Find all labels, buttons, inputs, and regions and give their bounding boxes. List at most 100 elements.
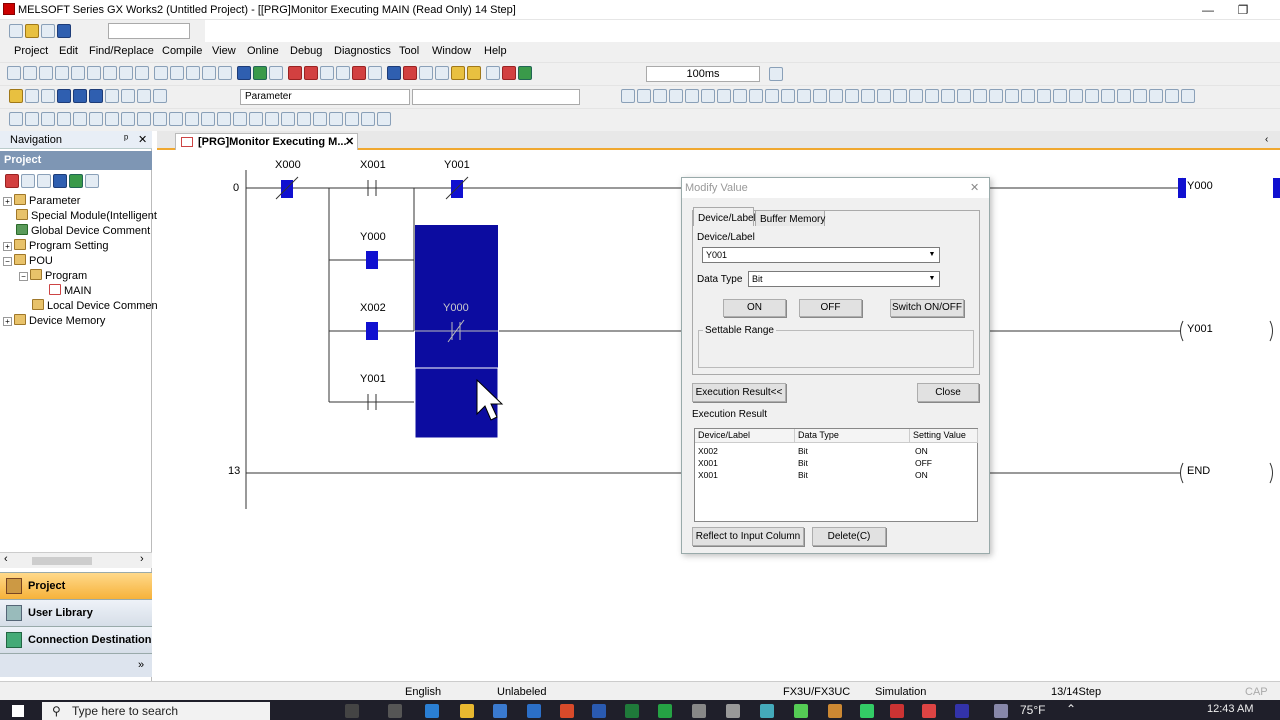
scroll-thumb[interactable] bbox=[32, 557, 92, 565]
cut-icon[interactable] bbox=[154, 66, 169, 80]
close-button[interactable]: Close bbox=[917, 383, 979, 402]
tab-scroll-icon[interactable]: ‹ bbox=[1265, 134, 1268, 145]
filter-icon[interactable] bbox=[85, 174, 99, 188]
word-icon[interactable] bbox=[592, 704, 606, 718]
warning-icon[interactable] bbox=[518, 66, 533, 80]
menu-help[interactable]: Help bbox=[484, 45, 507, 57]
ladder-tool-icon[interactable] bbox=[103, 66, 117, 80]
write-plc-icon[interactable] bbox=[304, 66, 319, 80]
insert-row-icon[interactable] bbox=[201, 112, 215, 126]
project-view-button[interactable]: Project bbox=[0, 572, 152, 599]
tree-item-program[interactable]: − Program bbox=[3, 269, 151, 284]
widgets-icon[interactable] bbox=[388, 704, 402, 718]
insert-row-icon[interactable] bbox=[297, 112, 311, 126]
tree-item-main[interactable]: MAIN bbox=[3, 284, 151, 299]
ladder-tool-icon[interactable] bbox=[87, 66, 101, 80]
insert-row-icon[interactable] bbox=[25, 112, 39, 126]
watch-icon[interactable] bbox=[368, 66, 383, 80]
tool-icon[interactable] bbox=[435, 66, 450, 80]
run-icon[interactable] bbox=[502, 66, 517, 80]
contact-icon[interactable] bbox=[637, 89, 651, 103]
device-icon[interactable] bbox=[57, 89, 71, 103]
restore-button[interactable]: ❐ bbox=[1232, 2, 1254, 18]
pulse-icon[interactable] bbox=[1037, 89, 1051, 103]
pulse-icon[interactable] bbox=[829, 89, 843, 103]
app-icon[interactable] bbox=[955, 704, 969, 718]
app-icon[interactable] bbox=[692, 704, 706, 718]
excel-icon[interactable] bbox=[625, 704, 639, 718]
menu-window[interactable]: Window bbox=[432, 45, 471, 57]
insert-row-icon[interactable] bbox=[89, 112, 103, 126]
line-icon[interactable] bbox=[781, 89, 795, 103]
pulse-icon[interactable] bbox=[1021, 89, 1035, 103]
contact-icon[interactable] bbox=[669, 89, 683, 103]
scan-icon[interactable] bbox=[769, 67, 783, 81]
whatsapp-icon[interactable] bbox=[658, 704, 672, 718]
window-icon[interactable] bbox=[41, 89, 55, 103]
mail-icon[interactable] bbox=[527, 704, 541, 718]
ladder-tool-icon[interactable] bbox=[119, 66, 133, 80]
close-icon[interactable]: ✕ bbox=[138, 133, 147, 146]
tree-item-parameter[interactable]: + Parameter bbox=[3, 194, 151, 209]
device-monitor-icon[interactable] bbox=[352, 66, 367, 80]
pulse-icon[interactable] bbox=[893, 89, 907, 103]
tree-item-global-device-comment[interactable]: Global Device Comment bbox=[3, 224, 151, 239]
label-combo[interactable] bbox=[412, 89, 580, 105]
pulse-icon[interactable] bbox=[1149, 89, 1163, 103]
column-header[interactable]: Setting Value bbox=[910, 429, 978, 443]
app-icon[interactable] bbox=[860, 704, 874, 718]
coil-icon[interactable] bbox=[733, 89, 747, 103]
pulse-icon[interactable] bbox=[861, 89, 875, 103]
compile-icon[interactable] bbox=[237, 66, 252, 80]
insert-row-icon[interactable] bbox=[57, 112, 71, 126]
read-plc-icon[interactable] bbox=[288, 66, 303, 80]
monitor-icon[interactable] bbox=[105, 89, 119, 103]
app-icon[interactable] bbox=[828, 704, 842, 718]
ladder-tool-icon[interactable] bbox=[71, 66, 85, 80]
data-type-combo[interactable]: Bit ▼ bbox=[748, 271, 940, 287]
taskbar-search-box[interactable]: ⚲ Type here to search bbox=[42, 702, 270, 720]
dropdown-arrow-icon[interactable]: ▼ bbox=[926, 249, 938, 261]
insert-row-icon[interactable] bbox=[153, 112, 167, 126]
ladder-tool-icon[interactable] bbox=[55, 66, 69, 80]
ladder-mode-icon[interactable] bbox=[9, 89, 23, 103]
user-library-button[interactable]: User Library bbox=[0, 599, 152, 626]
line-icon[interactable] bbox=[749, 89, 763, 103]
save-icon[interactable] bbox=[41, 24, 55, 38]
line-icon[interactable] bbox=[797, 89, 811, 103]
weather-icon[interactable] bbox=[994, 704, 1008, 718]
minimize-button[interactable]: — bbox=[1197, 2, 1219, 18]
switch-on-off-button[interactable]: Switch ON/OFF bbox=[890, 299, 964, 317]
tab-device-label[interactable]: Device/Label bbox=[693, 207, 756, 226]
tree-item-pou[interactable]: − POU bbox=[3, 254, 151, 269]
gx-works-icon[interactable] bbox=[890, 704, 904, 718]
modify-value-icon[interactable] bbox=[451, 66, 466, 80]
binoculars-icon[interactable] bbox=[153, 89, 167, 103]
monitor-icon[interactable] bbox=[269, 66, 284, 80]
tab-buffer-memory[interactable]: Buffer Memory bbox=[755, 210, 825, 226]
expand-icon[interactable]: + bbox=[3, 242, 12, 251]
windows-start-icon[interactable] bbox=[12, 705, 24, 717]
contact-icon[interactable] bbox=[653, 89, 667, 103]
pulse-icon[interactable] bbox=[909, 89, 923, 103]
list-icon[interactable] bbox=[37, 174, 51, 188]
insert-row-icon[interactable] bbox=[73, 112, 87, 126]
help-icon[interactable] bbox=[57, 24, 71, 38]
active-tool-icon[interactable] bbox=[467, 66, 482, 80]
pin-icon[interactable]: ᵖ bbox=[124, 133, 128, 145]
pulse-icon[interactable] bbox=[1005, 89, 1019, 103]
tree-item-device-memory[interactable]: + Device Memory bbox=[3, 314, 151, 329]
pulse-icon[interactable] bbox=[925, 89, 939, 103]
insert-row-icon[interactable] bbox=[377, 112, 391, 126]
new-file-icon[interactable] bbox=[9, 24, 23, 38]
pulse-icon[interactable] bbox=[941, 89, 955, 103]
menu-view[interactable]: View bbox=[212, 45, 236, 57]
menu-project[interactable]: Project bbox=[14, 45, 48, 57]
menu-debug[interactable]: Debug bbox=[290, 45, 322, 57]
help-icon[interactable] bbox=[137, 89, 151, 103]
toolbar-combo[interactable] bbox=[108, 23, 190, 39]
online-compile-icon[interactable] bbox=[253, 66, 268, 80]
contact-icon[interactable] bbox=[701, 89, 715, 103]
device-icon[interactable] bbox=[89, 89, 103, 103]
app-icon[interactable] bbox=[760, 704, 774, 718]
